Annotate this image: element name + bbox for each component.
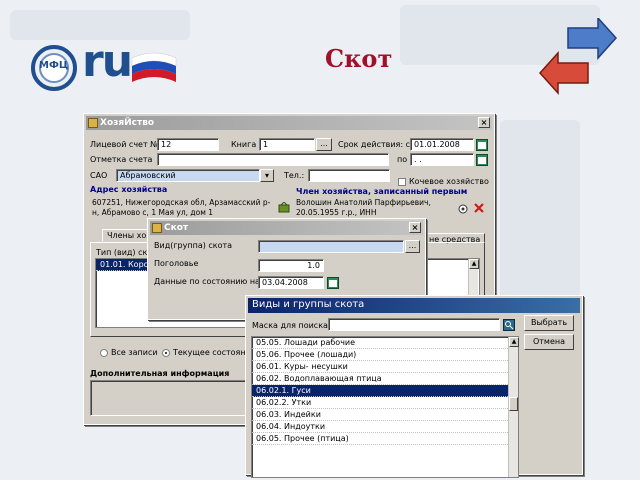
window-icon	[88, 118, 98, 128]
address-text: 607251, Нижегородская обл, Арзамасский р…	[92, 198, 271, 217]
navigation-arrows-icon[interactable]	[538, 18, 618, 98]
list-item[interactable]: 06.05. Прочее (птица)	[252, 433, 518, 445]
logo-text: ru	[82, 36, 133, 87]
list-item[interactable]: 06.03. Индейки	[252, 409, 518, 421]
calendar-icon[interactable]	[476, 154, 488, 166]
book-field[interactable]: 1	[259, 138, 315, 151]
slide-title: Скот	[325, 44, 393, 73]
search-mask-input[interactable]	[328, 318, 500, 331]
head-count-label: Поголовье	[154, 259, 199, 268]
sao-dropdown-button[interactable]: ▾	[260, 169, 274, 182]
account-label: Лицевой счет №	[90, 140, 159, 149]
list-item[interactable]: 05.06. Прочее (лошади)	[252, 349, 518, 361]
list-item[interactable]: 06.02.1. Гуси	[252, 385, 518, 397]
list-item[interactable]: 06.01. Куры- несушки	[252, 361, 518, 373]
groups-list[interactable]: 05.05. Лошади рабочие 05.06. Прочее (лоша…	[251, 336, 519, 478]
book-lookup-button[interactable]: ...	[316, 138, 332, 151]
close-icon[interactable]: ×	[478, 117, 490, 128]
groups-list-scrollbar[interactable]: ▲	[508, 337, 519, 477]
scroll-up-icon[interactable]: ▲	[469, 259, 479, 269]
extra-info-label: Дополнительная информация	[90, 369, 230, 378]
livestock-dialog-titlebar[interactable]: Скот ×	[150, 221, 423, 235]
nomad-label: Кочевое хозяйство	[409, 177, 489, 186]
group-field[interactable]	[258, 240, 404, 253]
radio-all-records[interactable]	[100, 349, 108, 357]
radio-all-label: Все записи	[111, 348, 158, 357]
group-label: Вид(группа) скота	[154, 241, 233, 250]
radio-current-state[interactable]	[162, 349, 170, 357]
calendar-icon[interactable]	[476, 139, 488, 151]
account-mark-field[interactable]	[157, 153, 389, 166]
date-label: Данные по состоянию на:	[154, 277, 263, 286]
list-item[interactable]: 06.04. Индоутки	[252, 421, 518, 433]
close-icon[interactable]: ×	[409, 222, 421, 233]
russian-flag-icon	[131, 52, 177, 82]
nomad-checkbox[interactable]	[398, 178, 406, 186]
list-item[interactable]: 06.02.2. Утки	[252, 397, 518, 409]
group-lookup-button[interactable]: ...	[405, 240, 420, 253]
type-column-header: Тип (вид) ско	[96, 248, 153, 257]
delete-member-icon[interactable]	[473, 202, 485, 214]
scroll-up-icon[interactable]: ▲	[509, 337, 519, 347]
list-item[interactable]: 06.02. Водоплавающая птица	[252, 373, 518, 385]
phone-label: Тел.:	[284, 171, 305, 180]
select-button[interactable]: Выбрать	[524, 315, 574, 331]
household-window-title: ХозяЙство	[100, 118, 155, 128]
search-icon[interactable]	[503, 319, 515, 331]
edit-member-icon[interactable]	[457, 202, 469, 214]
book-label: Книга	[231, 140, 257, 149]
livestock-groups-window: Виды и группы скота Маска для поиска Выб…	[245, 295, 583, 478]
groups-window-titlebar[interactable]: Виды и группы скота	[248, 298, 580, 313]
member-text: Волошин Анатолий Парфирьевич, 20.05.1955…	[296, 198, 431, 217]
search-mask-label: Маска для поиска	[252, 321, 328, 330]
groups-window-title: Виды и группы скота	[252, 299, 365, 310]
logo: МФЦ ru	[30, 36, 180, 102]
sao-select[interactable]: Абрамовский	[116, 169, 260, 182]
account-field[interactable]: 12	[157, 138, 219, 151]
livestock-dialog-title: Скот	[164, 223, 189, 233]
period-label: Срок действия: с	[338, 140, 411, 149]
logo-badge: МФЦ	[39, 60, 69, 71]
head-count-field[interactable]: 1.0	[258, 259, 324, 272]
edit-address-icon[interactable]	[278, 202, 290, 214]
period-from-field[interactable]: 01.01.2008	[410, 138, 474, 151]
date-field[interactable]: 03.04.2008	[258, 276, 324, 289]
list-item[interactable]: 05.05. Лошади рабочие	[252, 337, 518, 349]
address-header: Адрес хозяйства	[90, 185, 168, 194]
calendar-icon[interactable]	[327, 277, 339, 289]
to-label: по	[397, 155, 408, 164]
phone-field[interactable]	[308, 169, 390, 182]
cancel-button[interactable]: Отмена	[524, 334, 574, 350]
sao-label: САО	[90, 171, 108, 180]
member-header: Член хозяйства, записанный первым	[296, 187, 468, 196]
window-icon	[152, 223, 162, 233]
radio-current-label: Текущее состояние	[173, 348, 256, 357]
household-window-titlebar[interactable]: ХозяЙство ×	[86, 116, 492, 130]
scroll-thumb[interactable]	[509, 397, 518, 411]
period-to-field[interactable]: . .	[410, 153, 474, 166]
account-mark-label: Отметка счета	[90, 155, 153, 164]
